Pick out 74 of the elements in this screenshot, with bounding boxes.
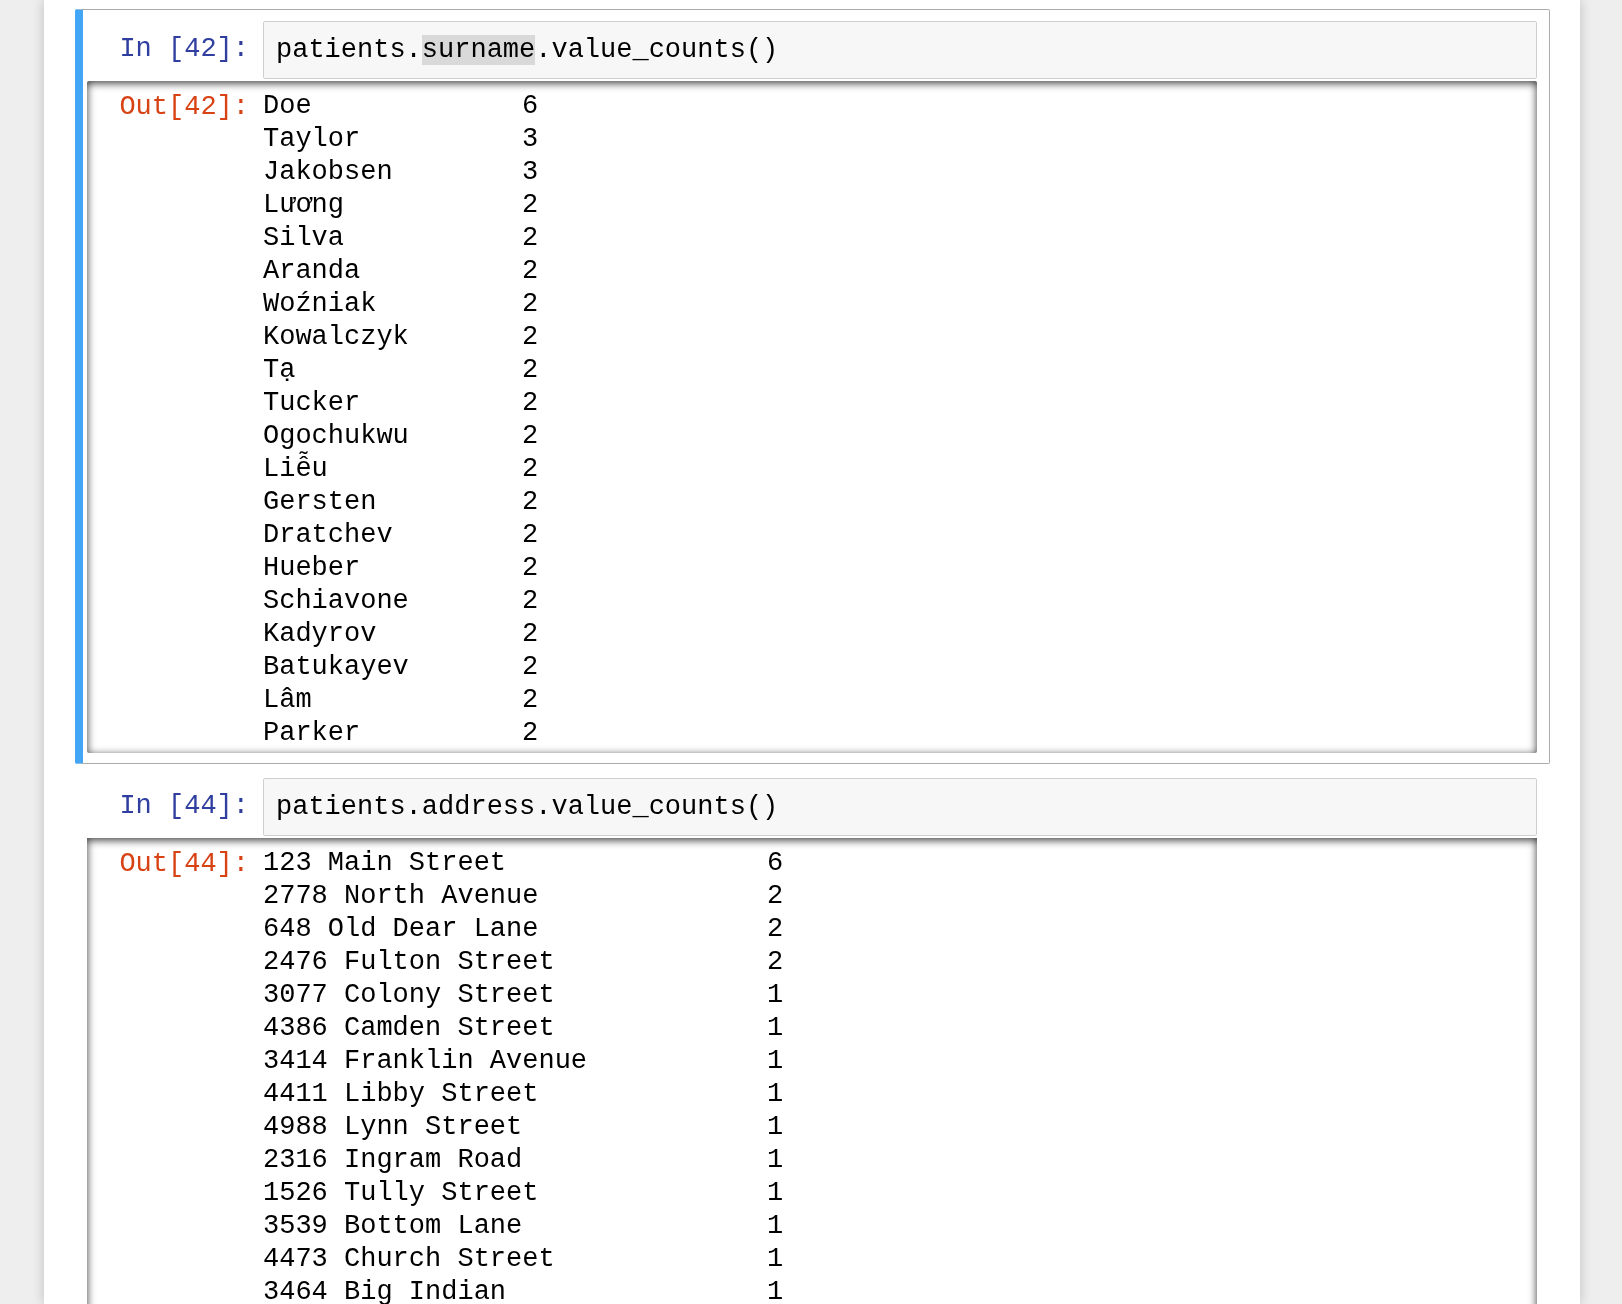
count-value: 3	[522, 156, 539, 189]
count-value: 2	[522, 684, 539, 717]
count-value: 2	[522, 288, 539, 321]
index-label: 4411 Libby Street	[263, 1078, 540, 1111]
count-value: 2	[767, 946, 784, 979]
index-label: 3077 Colony Street	[263, 979, 556, 1012]
input-prompt: In [44]:	[118, 790, 250, 823]
code-input[interactable]: patients.surname.value_counts()	[263, 21, 1537, 79]
count-value: 2	[522, 354, 539, 387]
index-label: Parker	[263, 717, 362, 750]
index-label: Silva	[263, 222, 345, 255]
count-value: 2	[522, 618, 539, 651]
count-value: 1	[767, 1078, 784, 1111]
index-label: 648 Old Dear Lane	[263, 913, 540, 946]
index-label: Batukayev	[263, 651, 410, 684]
index-label: Schiavone	[263, 585, 410, 618]
index-label: 123 Main Street	[263, 847, 508, 880]
count-value: 2	[767, 913, 784, 946]
index-label: 1526 Tully Street	[263, 1177, 540, 1210]
count-value: 1	[767, 1177, 784, 1210]
index-label: Tạ	[263, 354, 297, 387]
index-label: Tucker	[263, 387, 362, 420]
index-label: 2316 Ingram Road	[263, 1144, 524, 1177]
index-label: Kadyrov	[263, 618, 378, 651]
index-label: Woźniak	[263, 288, 378, 321]
output-prompt: Out[44]:	[118, 848, 250, 881]
count-value: 1	[767, 1276, 784, 1304]
count-value: 1	[767, 1012, 784, 1045]
index-label: Kowalczyk	[263, 321, 410, 354]
count-value: 2	[767, 880, 784, 913]
count-value: 2	[522, 552, 539, 585]
index-label: Lâm	[263, 684, 313, 717]
output-prompt: Out[42]:	[118, 91, 250, 124]
index-label: 4386 Camden Street	[263, 1012, 556, 1045]
index-label: Dratchev	[263, 519, 394, 552]
count-value: 1	[767, 1144, 784, 1177]
count-value: 3	[522, 123, 539, 156]
count-value: 2	[522, 321, 539, 354]
index-label: 3414 Franklin Avenue	[263, 1045, 589, 1078]
count-value: 1	[767, 1045, 784, 1078]
index-label: Taylor	[263, 123, 362, 156]
index-label: Aranda	[263, 255, 362, 288]
count-value: 2	[522, 651, 539, 684]
index-label: 4473 Church Street	[263, 1243, 556, 1276]
count-value: 1	[767, 1243, 784, 1276]
index-label: 4988 Lynn Street	[263, 1111, 524, 1144]
index-label: 2778 North Avenue	[263, 880, 540, 913]
index-label: Doe	[263, 90, 313, 123]
index-label: Hueber	[263, 552, 362, 585]
input-prompt: In [42]:	[118, 33, 250, 66]
index-label: Jakobsen	[263, 156, 394, 189]
count-value: 2	[522, 420, 539, 453]
count-value: 2	[522, 585, 539, 618]
index-label: Gersten	[263, 486, 378, 519]
count-value: 2	[522, 717, 539, 750]
count-value: 2	[522, 255, 539, 288]
index-label: 3539 Bottom Lane	[263, 1210, 524, 1243]
count-value: 2	[522, 486, 539, 519]
index-label: Ogochukwu	[263, 420, 410, 451]
count-value: 1	[767, 1111, 784, 1144]
count-value: 2	[522, 519, 539, 552]
count-value: 2	[522, 189, 539, 222]
count-value: 6	[522, 90, 539, 123]
index-label: Liễu	[263, 453, 522, 486]
count-value: 1	[767, 1210, 784, 1243]
count-value: 2	[522, 453, 539, 486]
index-label: 3464 Big Indian	[263, 1276, 508, 1304]
count-value: 6	[767, 847, 784, 880]
index-label: 2476 Fulton Street	[263, 946, 556, 979]
count-value: 2	[522, 387, 539, 420]
index-label: Lương	[263, 189, 345, 222]
code-input[interactable]: patients.address.value_counts()	[263, 778, 1537, 836]
count-value: 2	[522, 222, 539, 255]
count-value: 1	[767, 979, 784, 1012]
